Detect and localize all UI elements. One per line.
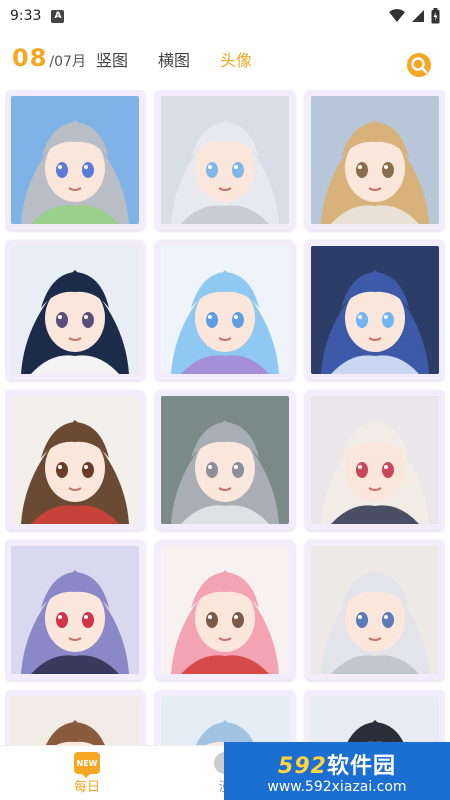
avatar-image	[161, 96, 289, 224]
avatar-image	[311, 546, 439, 674]
avatar-image	[11, 246, 139, 374]
avatar-card[interactable]	[305, 540, 445, 680]
new-badge-icon: NEW	[74, 752, 100, 778]
tab-avatar[interactable]: 头像	[220, 47, 252, 71]
avatar-card[interactable]	[5, 390, 145, 530]
notification-icon: A	[51, 9, 65, 23]
avatar-card[interactable]	[155, 90, 295, 230]
tab-landscape[interactable]: 横图	[158, 47, 190, 71]
avatar-image	[311, 246, 439, 374]
avatar-image	[311, 396, 439, 524]
date-day: 08	[12, 44, 48, 72]
avatar-image	[161, 396, 289, 524]
nav-daily[interactable]: NEW 每日	[57, 752, 117, 795]
watermark-text: 软件园	[326, 753, 396, 779]
search-icon[interactable]	[406, 52, 432, 78]
date-month: /07月	[49, 54, 86, 70]
avatar-card[interactable]	[155, 240, 295, 380]
avatar-image	[11, 396, 139, 524]
status-icons	[389, 8, 440, 24]
wifi-icon	[389, 9, 405, 22]
battery-icon	[431, 8, 440, 24]
watermark-number: 592	[278, 753, 327, 779]
avatar-card[interactable]	[155, 390, 295, 530]
status-time: 9:33	[10, 8, 42, 24]
avatar-card[interactable]	[305, 240, 445, 380]
avatar-card[interactable]	[5, 240, 145, 380]
signal-icon	[412, 10, 424, 22]
watermark-title: 592软件园	[278, 748, 396, 780]
watermark-logo: 592软件园 www.592xiazai.com	[224, 742, 450, 800]
nav-daily-label: 每日	[73, 780, 100, 795]
avatar-image	[161, 246, 289, 374]
watermark-url: www.592xiazai.com	[267, 778, 407, 795]
avatar-card[interactable]	[155, 540, 295, 680]
avatar-grid	[5, 90, 445, 750]
avatar-card[interactable]	[305, 690, 445, 750]
avatar-image	[11, 96, 139, 224]
avatar-card[interactable]	[305, 90, 445, 230]
avatar-card[interactable]	[5, 540, 145, 680]
tab-portrait[interactable]: 竖图	[96, 47, 128, 71]
avatar-image	[161, 546, 289, 674]
avatar-card[interactable]	[305, 390, 445, 530]
avatar-card[interactable]	[5, 690, 145, 750]
avatar-card[interactable]	[5, 90, 145, 230]
avatar-image	[11, 546, 139, 674]
avatar-card[interactable]	[155, 690, 295, 750]
avatar-image	[311, 96, 439, 224]
header-bar: 08 /07月 竖图 横图 头像	[0, 32, 450, 84]
avatar-image	[11, 696, 139, 750]
status-bar: 9:33 A	[0, 0, 450, 32]
